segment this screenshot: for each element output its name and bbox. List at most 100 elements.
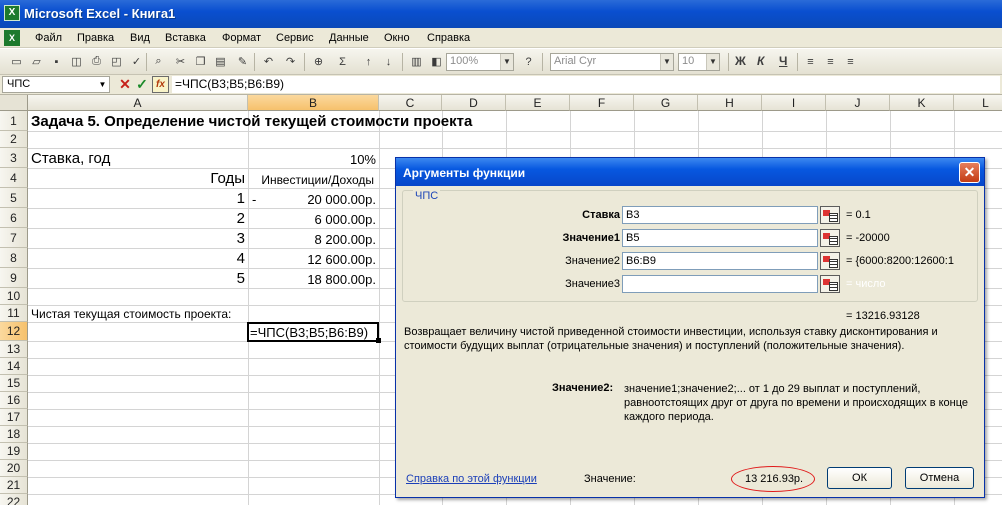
select-all-corner[interactable] (0, 95, 28, 111)
column-header[interactable]: D (442, 95, 506, 111)
row-header[interactable]: 13 (0, 341, 28, 358)
open-icon[interactable]: ▱ (28, 53, 45, 70)
row-header[interactable]: 2 (0, 131, 28, 148)
autosum-icon[interactable]: Σ (334, 53, 351, 70)
arg-input-value1[interactable]: B5 (622, 229, 818, 247)
row-header[interactable]: 21 (0, 477, 28, 494)
collapse-dialog-icon[interactable] (820, 206, 840, 224)
zoom-select[interactable]: 100% ▼ (446, 53, 514, 71)
cell-b5[interactable]: 20 000.00р. (262, 191, 376, 208)
ok-button[interactable]: ОК (827, 467, 892, 489)
row-header[interactable]: 3 (0, 148, 28, 168)
permission-icon[interactable]: ◫ (68, 53, 85, 70)
align-center-icon[interactable]: ≡ (822, 53, 839, 70)
print-icon[interactable]: ⎙ (88, 53, 105, 70)
name-box[interactable]: ЧПС ▼ (2, 76, 110, 93)
align-left-icon[interactable]: ≡ (802, 53, 819, 70)
row-header[interactable]: 6 (0, 208, 28, 228)
row-header[interactable]: 19 (0, 443, 28, 460)
save-icon[interactable]: ▪ (48, 53, 65, 70)
research-icon[interactable]: ⌕ (150, 53, 167, 70)
align-right-icon[interactable]: ≡ (842, 53, 859, 70)
cancel-button[interactable]: Отмена (905, 467, 974, 489)
row-header[interactable]: 20 (0, 460, 28, 477)
column-header[interactable]: L (954, 95, 1002, 111)
column-header[interactable]: E (506, 95, 570, 111)
sort-desc-icon[interactable]: ↓ (380, 53, 397, 70)
column-header[interactable]: I (762, 95, 826, 111)
cell-a1[interactable]: Задача 5. Определение чистой текущей сто… (31, 113, 472, 130)
underline-button[interactable]: Ч (779, 54, 787, 68)
italic-button[interactable]: К (757, 54, 764, 68)
column-header[interactable]: A (28, 95, 248, 111)
row-header[interactable]: 5 (0, 188, 28, 208)
collapse-dialog-icon[interactable] (820, 252, 840, 270)
sort-asc-icon[interactable]: ↑ (360, 53, 377, 70)
hyperlink-icon[interactable]: ⊕ (310, 53, 327, 70)
enter-icon[interactable]: ✓ (134, 76, 150, 93)
row-header[interactable]: 22 (0, 494, 28, 505)
menu-tools[interactable]: Сервис (276, 32, 314, 44)
menu-insert[interactable]: Вставка (165, 32, 206, 44)
chart-wizard-icon[interactable]: ▥ (408, 53, 425, 70)
cell-b8[interactable]: 12 600.00р. (250, 251, 376, 268)
menu-data[interactable]: Данные (329, 32, 369, 44)
row-header[interactable]: 7 (0, 228, 28, 248)
column-header[interactable]: K (890, 95, 954, 111)
row-header[interactable]: 9 (0, 268, 28, 288)
excel-app-icon[interactable]: X (4, 5, 20, 21)
cell-b4[interactable]: Инвестиции/Доходы (250, 172, 374, 189)
cell-a7[interactable]: 3 (30, 230, 245, 247)
spelling-icon[interactable]: ✓ (128, 53, 145, 70)
paste-icon[interactable]: ▤ (212, 53, 229, 70)
bold-button[interactable]: Ж (735, 54, 746, 68)
column-header[interactable]: C (379, 95, 442, 111)
cut-icon[interactable]: ✂ (172, 53, 189, 70)
row-header[interactable]: 18 (0, 426, 28, 443)
insert-function-icon[interactable]: fx (152, 76, 169, 93)
cell-a4[interactable]: Годы (30, 170, 245, 187)
collapse-dialog-icon[interactable] (820, 229, 840, 247)
row-header[interactable]: 4 (0, 168, 28, 188)
help-icon[interactable]: ? (520, 53, 537, 70)
fill-handle[interactable] (376, 338, 381, 343)
help-link[interactable]: Справка по этой функции (406, 473, 537, 485)
row-header[interactable]: 8 (0, 248, 28, 268)
row-header[interactable]: 1 (0, 111, 28, 131)
drawing-icon[interactable]: ◧ (428, 53, 445, 70)
font-size-select[interactable]: 10 ▼ (678, 53, 720, 71)
copy-icon[interactable]: ❐ (192, 53, 209, 70)
row-header[interactable]: 15 (0, 375, 28, 392)
arg-input-value2[interactable]: B6:B9 (622, 252, 818, 270)
cell-b9[interactable]: 18 800.00р. (250, 271, 376, 288)
cell-b6[interactable]: 6 000.00р. (250, 211, 376, 228)
column-header[interactable]: G (634, 95, 698, 111)
collapse-dialog-icon[interactable] (820, 275, 840, 293)
menu-format[interactable]: Формат (222, 32, 261, 44)
arg-input-rate[interactable]: B3 (622, 206, 818, 224)
font-select[interactable]: Arial Cyr ▼ (550, 53, 674, 71)
menu-file[interactable]: Файл (35, 32, 62, 44)
print-preview-icon[interactable]: ◰ (108, 53, 125, 70)
cell-b7[interactable]: 8 200.00р. (250, 231, 376, 248)
cell-a5[interactable]: 1 (30, 190, 245, 207)
row-header[interactable]: 10 (0, 288, 28, 305)
undo-icon[interactable]: ↶ (260, 53, 277, 70)
format-painter-icon[interactable]: ✎ (234, 53, 251, 70)
cancel-icon[interactable]: ✕ (117, 76, 133, 93)
cell-a11[interactable]: Чистая текущая стоимость проекта: (31, 306, 231, 323)
cell-a9[interactable]: 5 (30, 270, 245, 287)
menu-edit[interactable]: Правка (77, 32, 114, 44)
column-header[interactable]: B (248, 95, 379, 111)
menu-window[interactable]: Окно (384, 32, 410, 44)
close-button[interactable]: ✕ (959, 162, 980, 183)
menu-help[interactable]: Справка (427, 32, 470, 44)
cell-a8[interactable]: 4 (30, 250, 245, 267)
column-header[interactable]: H (698, 95, 762, 111)
row-header[interactable]: 14 (0, 358, 28, 375)
new-icon[interactable]: ▭ (8, 53, 25, 70)
arg-input-value3[interactable] (622, 275, 818, 293)
column-header[interactable]: J (826, 95, 890, 111)
redo-icon[interactable]: ↷ (282, 53, 299, 70)
active-cell-b12[interactable]: =ЧПС(B3;B5;B6:B9) (247, 322, 379, 342)
